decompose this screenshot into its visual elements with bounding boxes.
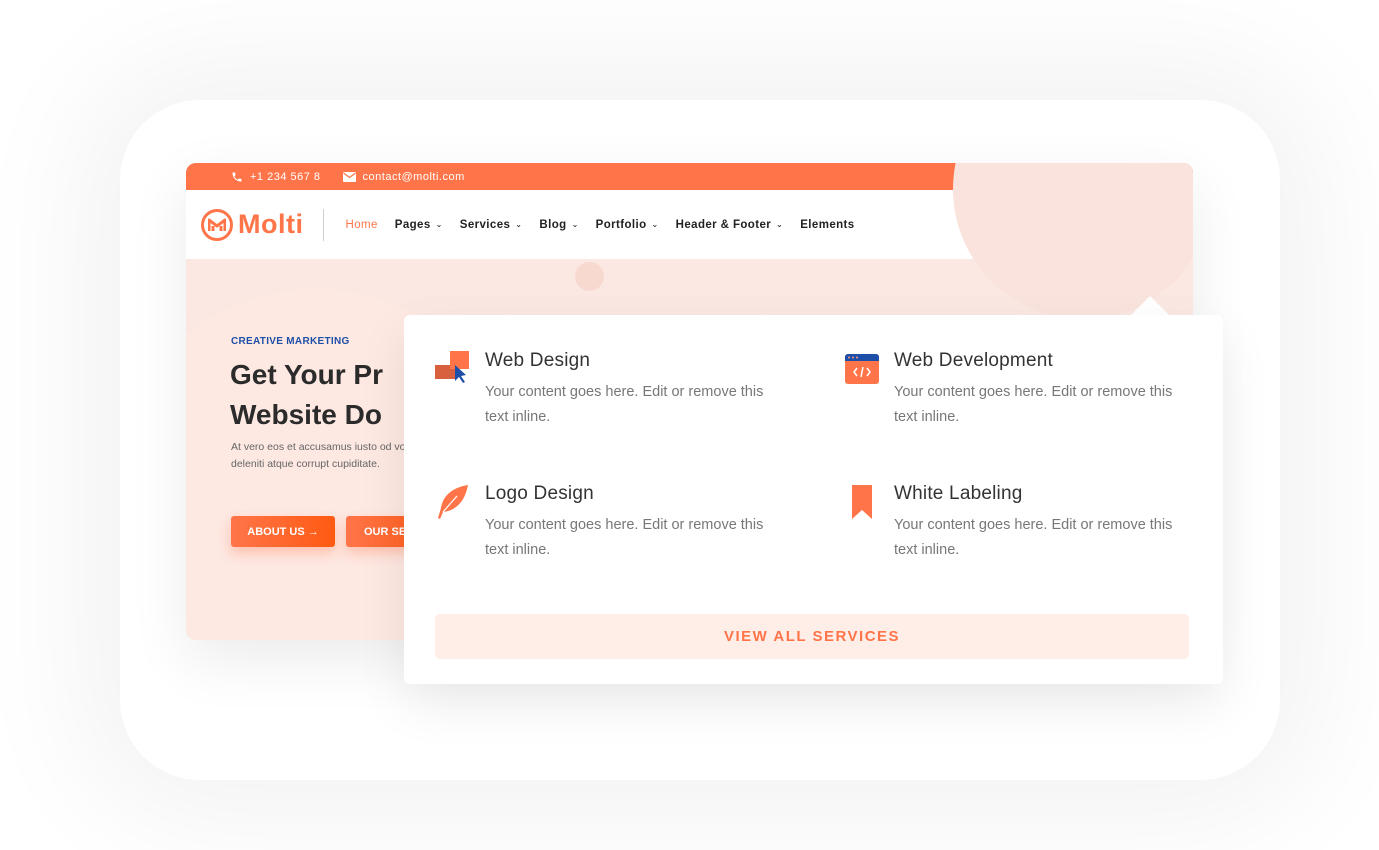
chevron-down-icon: ⌄ xyxy=(776,220,784,229)
nav-item-home[interactable]: Home xyxy=(345,219,377,231)
nav-item-services[interactable]: Services ⌄ xyxy=(460,219,523,231)
service-title: Web Development xyxy=(894,350,1053,371)
logo[interactable]: Molti xyxy=(201,208,304,241)
about-us-button[interactable]: ABOUT US → xyxy=(231,516,335,547)
nav-item-label: Blog xyxy=(539,218,567,231)
nav-divider xyxy=(323,208,325,241)
email-contact[interactable]: contact@molti.com xyxy=(342,170,465,183)
nav-item-label: Portfolio xyxy=(595,218,647,231)
chevron-down-icon: ⌄ xyxy=(435,220,443,229)
code-window-icon xyxy=(845,354,879,384)
nav-item-label: Elements xyxy=(800,218,855,231)
service-title: Web Design xyxy=(485,350,591,371)
services-mega-menu: Web Design Your content goes here. Edit … xyxy=(404,315,1223,684)
logo-mark-icon xyxy=(201,208,233,241)
nav-item-label: Header & Footer xyxy=(675,218,772,231)
service-item-web-development[interactable]: Web Development Your content goes here. … xyxy=(844,349,1204,430)
nav-menu: Home Pages ⌄ Services ⌄ Blog ⌄ Portfolio ⌄ H… xyxy=(345,219,871,231)
email-address: contact@molti.com xyxy=(362,170,465,183)
nav-item-portfolio[interactable]: Portfolio ⌄ xyxy=(596,219,659,231)
service-description: Your content goes here. Edit or remove t… xyxy=(485,517,764,558)
nav-item-label: Services xyxy=(459,218,511,231)
chevron-down-icon: ⌄ xyxy=(651,220,659,229)
envelope-icon xyxy=(342,171,356,182)
nav-item-pages[interactable]: Pages ⌄ xyxy=(395,219,443,231)
dropdown-caret xyxy=(1130,296,1170,316)
web-design-icon xyxy=(435,351,469,383)
service-title: White Labeling xyxy=(894,483,1023,504)
nav-item-label: Pages xyxy=(394,218,431,231)
nav-item-blog[interactable]: Blog ⌄ xyxy=(539,219,578,231)
logo-text: Molti xyxy=(238,209,304,239)
service-item-web-design[interactable]: Web Design Your content goes here. Edit … xyxy=(435,349,795,430)
phone-icon xyxy=(232,172,242,181)
nav-item-label: Home xyxy=(345,218,378,231)
view-all-services-button[interactable]: VIEW ALL SERVICES xyxy=(435,614,1189,659)
hero-dot-shape xyxy=(575,262,604,291)
service-item-white-labeling[interactable]: White Labeling Your content goes here. E… xyxy=(844,482,1204,563)
service-description: Your content goes here. Edit or remove t… xyxy=(485,384,764,425)
service-item-logo-design[interactable]: Logo Design Your content goes here. Edit… xyxy=(435,482,795,563)
service-description: Your content goes here. Edit or remove t… xyxy=(894,517,1173,558)
nav-item-elements[interactable]: Elements xyxy=(800,219,854,231)
service-description: Your content goes here. Edit or remove t… xyxy=(894,384,1173,425)
hero-eyebrow: CREATIVE MARKETING xyxy=(231,336,350,347)
phone-number: +1 234 567 8 xyxy=(250,170,321,183)
chevron-down-icon: ⌄ xyxy=(515,220,523,229)
chevron-down-icon: ⌄ xyxy=(571,220,579,229)
phone-contact[interactable]: +1 234 567 8 xyxy=(231,171,321,183)
feather-icon xyxy=(438,485,468,519)
nav-item-header-footer[interactable]: Header & Footer ⌄ xyxy=(676,219,784,231)
service-title: Logo Design xyxy=(485,483,594,504)
bookmark-icon xyxy=(852,485,872,519)
